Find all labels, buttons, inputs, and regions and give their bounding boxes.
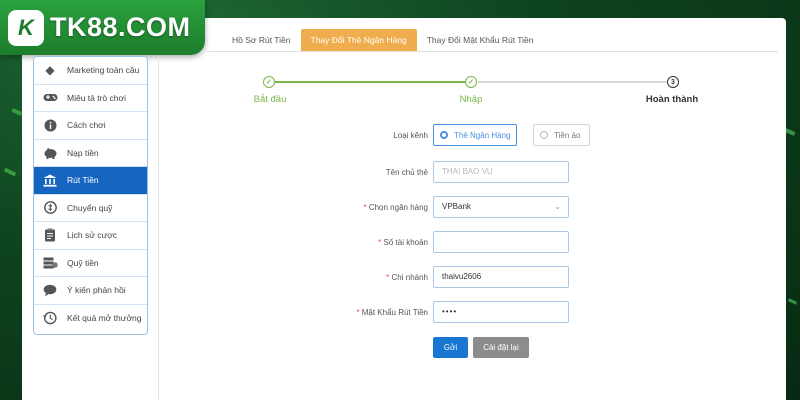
account-label: * Số tài khoản bbox=[378, 238, 428, 247]
step-3-label: Hoàn thành bbox=[645, 94, 699, 105]
radio-selected-icon bbox=[440, 131, 448, 139]
tab-bar: Hồ Sơ Rút Tiền Thay Đổi Thẻ Ngân Hàng Th… bbox=[222, 29, 544, 51]
sidebar-item-how-to-play[interactable]: Cách chơi bbox=[34, 112, 147, 140]
step-1-check-icon: ✓ bbox=[263, 76, 275, 88]
password-label: * Mật Khẩu Rút Tiền bbox=[356, 308, 428, 317]
branch-input[interactable]: thaivu2606 bbox=[433, 266, 569, 288]
step-2-label: Nhập bbox=[459, 94, 483, 105]
step-connector-done bbox=[275, 81, 465, 83]
radio-label: Tiền ảo bbox=[554, 130, 581, 140]
sidebar-item-bet-history[interactable]: Lịch sử cược bbox=[34, 222, 147, 250]
radio-bank-card[interactable]: Thẻ Ngân Hàng bbox=[433, 124, 517, 146]
diamond-icon: ◆ bbox=[45, 63, 55, 78]
gamepad-icon bbox=[42, 90, 58, 106]
withdraw-password-input[interactable]: •••• bbox=[433, 301, 569, 323]
sidebar-item-label: Miêu tả trò chơi bbox=[67, 92, 126, 103]
account-number-input[interactable] bbox=[433, 231, 569, 253]
sidebar-item-label: Lịch sử cược bbox=[67, 230, 118, 241]
tab-withdraw-profile[interactable]: Hồ Sơ Rút Tiền bbox=[222, 29, 301, 51]
sidebar-item-label: Marketing toàn cầu bbox=[67, 65, 140, 76]
channel-label: Loại kênh bbox=[393, 131, 428, 140]
sidebar-item-label: Rút Tiền bbox=[67, 175, 99, 186]
chevron-down-icon: ⌄ bbox=[554, 202, 561, 211]
sidebar-item-transfer[interactable]: Chuyển quỹ bbox=[34, 195, 147, 222]
content-divider bbox=[158, 56, 159, 400]
sidebar-menu: ◆ Marketing toàn cầu Miêu tả trò chơi Cá… bbox=[33, 56, 148, 335]
sidebar-item-marketing[interactable]: ◆ Marketing toàn cầu bbox=[34, 57, 147, 85]
branch-label: * Chi nhánh bbox=[386, 273, 428, 282]
holder-name-input[interactable]: THAI BAO VU bbox=[433, 161, 569, 183]
history-icon bbox=[42, 310, 58, 326]
sidebar-item-label: Quỹ tiền bbox=[67, 257, 99, 268]
logo-mark: K bbox=[8, 9, 44, 46]
piggy-bank-icon bbox=[42, 145, 58, 161]
tab-change-bank-card[interactable]: Thay Đổi Thẻ Ngân Hàng bbox=[300, 29, 417, 51]
step-connector-pending bbox=[478, 81, 667, 83]
bank-icon bbox=[42, 172, 58, 188]
submit-button[interactable]: Gởi bbox=[433, 337, 468, 358]
holder-label: Tên chủ thẻ bbox=[385, 168, 428, 177]
sidebar-item-game-description[interactable]: Miêu tả trò chơi bbox=[34, 85, 147, 112]
sidebar-item-label: Cách chơi bbox=[67, 120, 106, 131]
bank-label: * Chọn ngân hàng bbox=[363, 203, 428, 212]
sidebar-item-feedback[interactable]: Ý kiến phản hồi bbox=[34, 277, 147, 305]
sidebar-item-lottery-results[interactable]: Kết quả mở thưởng bbox=[34, 305, 147, 333]
radio-unselected-icon bbox=[540, 131, 548, 139]
step-3-number: 3 bbox=[667, 76, 679, 88]
step-2-check-icon: ✓ bbox=[465, 76, 477, 88]
bank-selected-value: VPBank bbox=[442, 202, 471, 211]
sidebar-item-funds[interactable]: Quỹ tiền bbox=[34, 250, 147, 277]
tab-underline bbox=[205, 51, 778, 52]
clipboard-icon bbox=[42, 227, 58, 243]
tab-change-withdraw-password[interactable]: Thay Đổi Mật Khẩu Rút Tiền bbox=[417, 29, 544, 51]
brand-logo[interactable]: K TK88.COM bbox=[0, 0, 205, 55]
sidebar-item-label: Chuyển quỹ bbox=[67, 202, 113, 213]
holder-placeholder: THAI BAO VU bbox=[442, 167, 493, 176]
sidebar-item-label: Nạp tiền bbox=[67, 147, 99, 158]
bank-select[interactable]: VPBank ⌄ bbox=[433, 196, 569, 218]
radio-label: Thẻ Ngân Hàng bbox=[454, 130, 511, 140]
transfer-icon bbox=[42, 200, 58, 216]
brand-name: TK88.COM bbox=[50, 12, 191, 42]
sidebar-item-withdraw[interactable]: Rút Tiền bbox=[34, 167, 147, 195]
sidebar-item-label: Ý kiến phản hồi bbox=[67, 285, 126, 296]
sidebar-item-deposit[interactable]: Nạp tiền bbox=[34, 140, 147, 167]
chat-icon bbox=[42, 282, 58, 298]
step-1-label: Bắt đầu bbox=[253, 94, 287, 105]
cash-stack-icon bbox=[42, 255, 58, 271]
sidebar-item-label: Kết quả mở thưởng bbox=[67, 313, 142, 324]
radio-crypto[interactable]: Tiền ảo bbox=[533, 124, 590, 146]
info-icon bbox=[42, 117, 58, 133]
reset-button[interactable]: Cài đặt lại bbox=[473, 337, 529, 358]
